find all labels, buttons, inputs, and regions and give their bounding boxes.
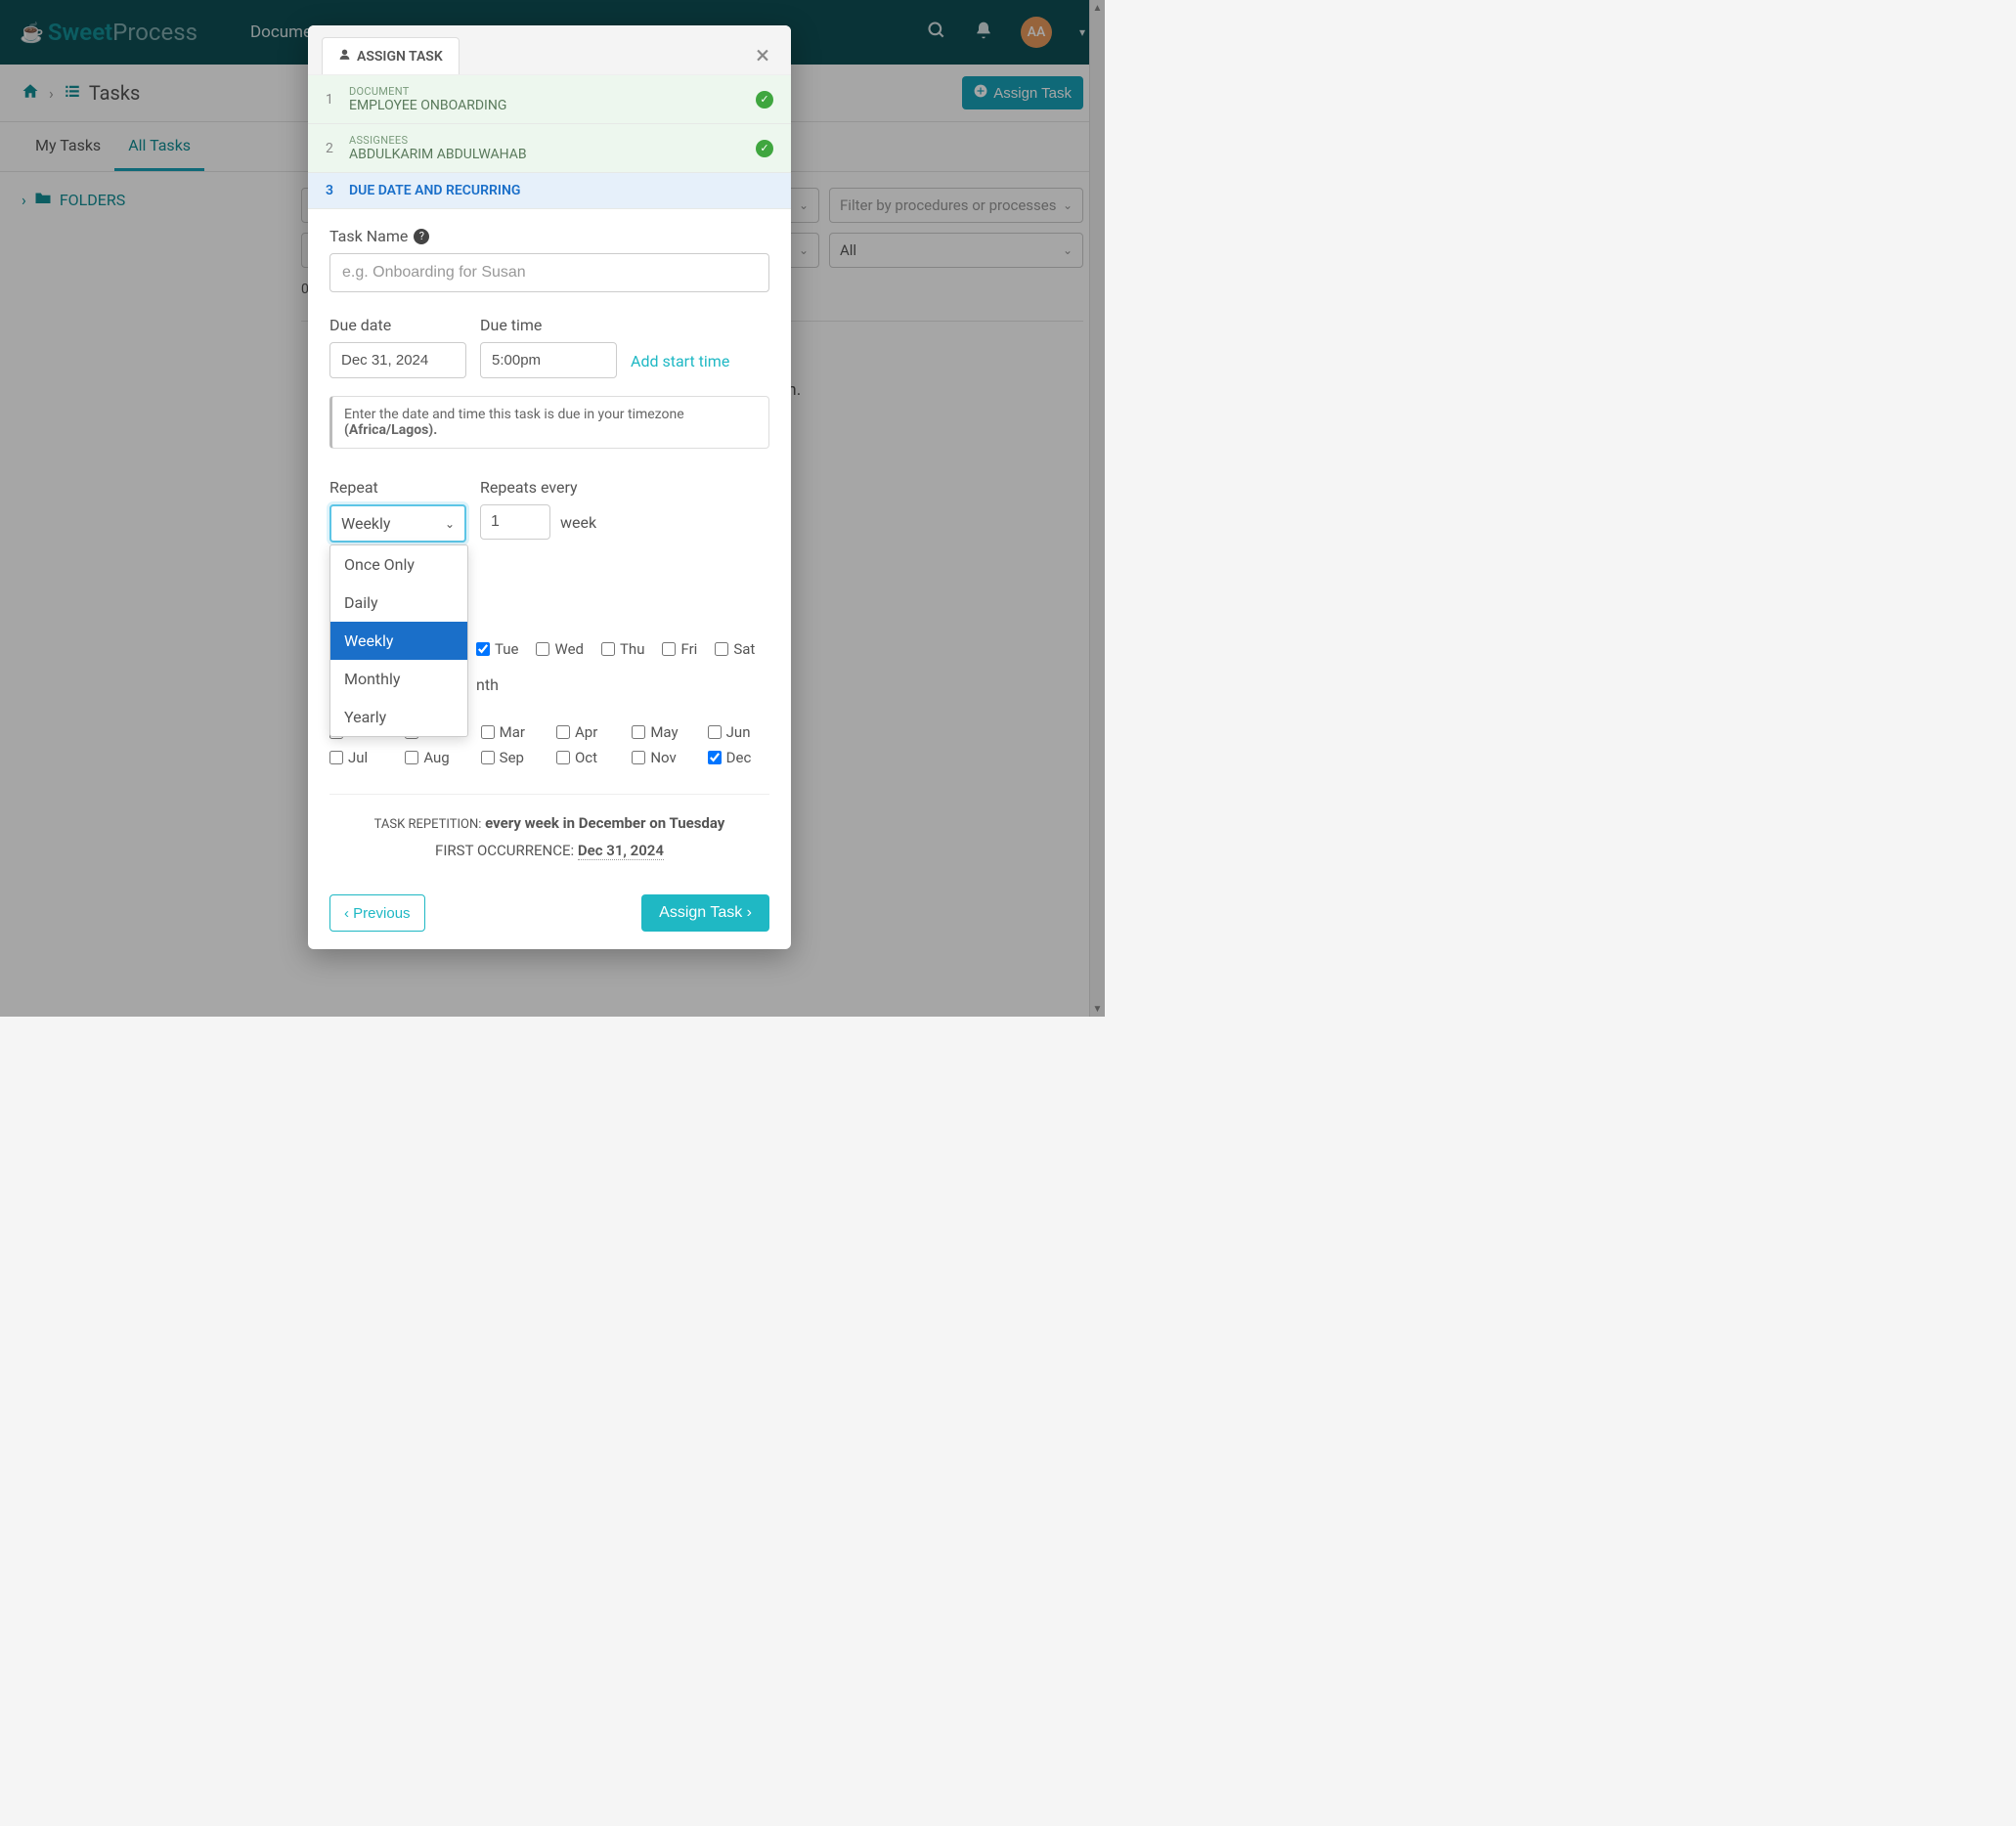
assign-task-button[interactable]: Assign Task › xyxy=(641,894,769,932)
repeat-select[interactable]: Weekly ⌄ xyxy=(329,504,466,543)
month-oct[interactable]: Oct xyxy=(556,749,618,766)
dropdown-weekly[interactable]: Weekly xyxy=(330,622,467,660)
step-2-num: 2 xyxy=(326,141,349,156)
step-3-due-date[interactable]: 3 DUE DATE AND RECURRING xyxy=(308,173,791,209)
step-3-value: DUE DATE AND RECURRING xyxy=(349,183,773,198)
repetition-summary: TASK REPETITION: every week in December … xyxy=(329,814,769,832)
due-date-label: Due date xyxy=(329,316,466,334)
step-1-num: 1 xyxy=(326,92,349,108)
step-3-num: 3 xyxy=(326,183,349,198)
help-icon[interactable]: ? xyxy=(414,229,429,244)
user-icon xyxy=(338,48,351,65)
previous-button[interactable]: ‹ Previous xyxy=(329,894,425,932)
repeats-every-label: Repeats every xyxy=(480,478,596,497)
day-sat[interactable]: Sat xyxy=(715,640,755,658)
day-wed[interactable]: Wed xyxy=(536,640,584,658)
assign-task-modal: ASSIGN TASK × 1 DOCUMENT EMPLOYEE ONBOAR… xyxy=(308,25,791,949)
dropdown-daily[interactable]: Daily xyxy=(330,584,467,622)
repeat-label: Repeat xyxy=(329,478,466,497)
month-may[interactable]: May xyxy=(632,723,693,741)
month-apr[interactable]: Apr xyxy=(556,723,618,741)
month-suffix: nth xyxy=(476,675,769,694)
due-time-input[interactable] xyxy=(480,342,617,378)
day-fri[interactable]: Fri xyxy=(662,640,697,658)
due-time-label: Due time xyxy=(480,316,617,334)
month-jun[interactable]: Jun xyxy=(708,723,769,741)
day-tue[interactable]: Tue xyxy=(476,640,518,658)
chevron-right-icon: › xyxy=(747,904,752,921)
dropdown-monthly[interactable]: Monthly xyxy=(330,660,467,698)
step-1-label: DOCUMENT xyxy=(349,85,756,98)
month-jul[interactable]: Jul xyxy=(329,749,391,766)
chevron-left-icon: ‹ xyxy=(344,905,349,922)
step-2-assignees[interactable]: 2 ASSIGNEES ABDULKARIM ABDULWAHAB ✓ xyxy=(308,124,791,173)
month-dec[interactable]: Dec xyxy=(708,749,769,766)
dropdown-once-only[interactable]: Once Only xyxy=(330,545,467,584)
timezone-note: Enter the date and time this task is due… xyxy=(329,396,769,449)
repeats-every-input[interactable] xyxy=(480,504,550,540)
repeats-every-unit: week xyxy=(560,513,596,532)
check-icon: ✓ xyxy=(756,140,773,157)
due-date-input[interactable] xyxy=(329,342,466,378)
step-1-value: EMPLOYEE ONBOARDING xyxy=(349,98,756,113)
step-1-document[interactable]: 1 DOCUMENT EMPLOYEE ONBOARDING ✓ xyxy=(308,75,791,124)
day-thu[interactable]: Thu xyxy=(601,640,644,658)
repeat-dropdown: Once Only Daily Weekly Monthly Yearly xyxy=(329,544,468,737)
chevron-down-icon: ⌄ xyxy=(445,517,455,531)
close-icon[interactable]: × xyxy=(748,37,777,74)
month-mar[interactable]: Mar xyxy=(481,723,543,741)
add-start-time-link[interactable]: Add start time xyxy=(631,352,729,370)
step-2-value: ABDULKARIM ABDULWAHAB xyxy=(349,147,756,162)
task-name-label: Task Name ? xyxy=(329,227,769,245)
modal-title-text: ASSIGN TASK xyxy=(357,49,443,65)
month-aug[interactable]: Aug xyxy=(405,749,466,766)
modal-title-tab: ASSIGN TASK xyxy=(322,37,460,74)
task-name-input[interactable] xyxy=(329,253,769,292)
repeat-select-value: Weekly xyxy=(341,514,391,533)
first-occurrence: FIRST OCCURRENCE: Dec 31, 2024 xyxy=(329,842,769,859)
step-2-label: ASSIGNEES xyxy=(349,134,756,147)
month-sep[interactable]: Sep xyxy=(481,749,543,766)
month-nov[interactable]: Nov xyxy=(632,749,693,766)
dropdown-yearly[interactable]: Yearly xyxy=(330,698,467,736)
check-icon: ✓ xyxy=(756,91,773,109)
